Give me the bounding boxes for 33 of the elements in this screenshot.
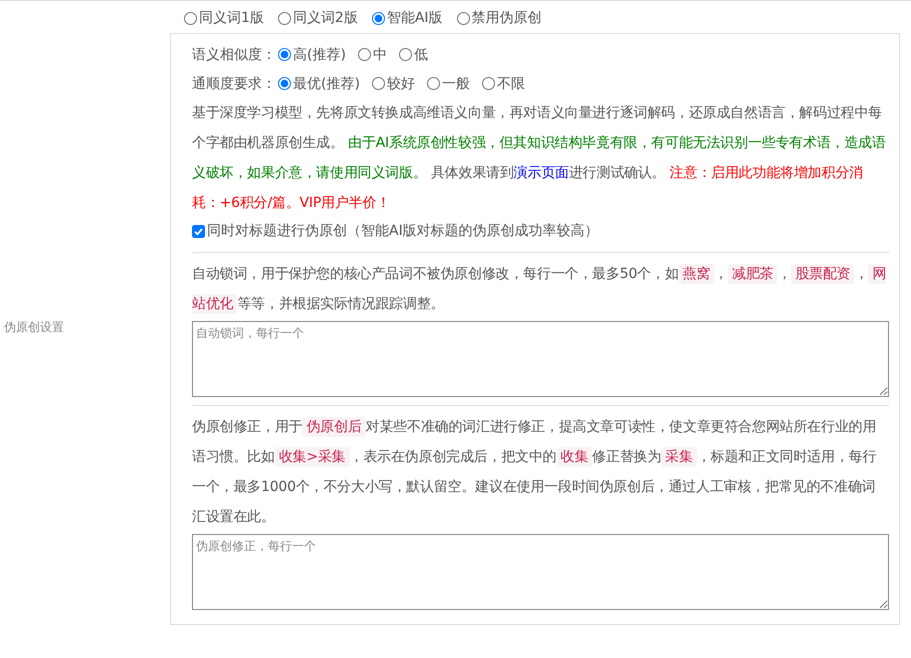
- description-text: 伪原创修正，用于 伪原创后 对某些不准确的词汇进行修正，提高文章可读性，使文章更符合您网站所在行业的用语习惯。比如 收集>采集 ，表示在伪原创完成后，把文中的 收集 修正替换为 采集 ，标题和正文同时适用，每行一个，最多1000个，不分大小写，默认留空。建议在使用一段时间伪原创后，通过人工审核，把常见的不准确词汇设置在此。: [192, 416, 878, 527]
- option-label: 同义词2版: [292, 9, 358, 27]
- corrections-field[interactable]: 伪原创修正，每行一个: [192, 534, 889, 610]
- description-text: 自动锁词，用于保护您的核心产品词不被伪原创修改，每行一个，最多50个，如 燕窝 ， 减肥茶 ， 股票配资 ， 网站优化 等等，并根据实际情况跟踪调整。: [192, 263, 888, 316]
- radio-button[interactable]: [426, 77, 440, 90]
- setting-label: 通顺度要求：: [192, 74, 276, 92]
- description-text: 基于深度学习模型，先将原文转换成高维语义向量，再对语义向量进行逐词解码，还原成自然语言，解码过程中每个字都由机器原创生成。 由于AI系统原创性较强，但其知识结构毕竟有限，有可能无法识别一些专有术语，造成语义破坏，如果介意，请使用同义词版。 具体效果请到演示页面进行测试确认。 注意：启用此功能将增加积分消耗：+6积分/篇。VIP用户半价！: [192, 104, 887, 213]
- checkbox[interactable]: [192, 224, 205, 238]
- radio-button[interactable]: [358, 48, 371, 61]
- radio-button[interactable]: [398, 48, 412, 61]
- section-label: 伪原创设置: [4, 320, 64, 334]
- setting-label: 语义相似度：: [192, 46, 276, 64]
- radio-button[interactable]: [278, 77, 291, 90]
- option-label: 较好: [386, 74, 415, 92]
- option-label: 智能AI版: [386, 9, 443, 27]
- option-label: 低: [414, 46, 428, 64]
- option-label: 中: [372, 46, 387, 64]
- radio-button[interactable]: [184, 12, 197, 24]
- radio-button[interactable]: [482, 77, 495, 90]
- radio-button[interactable]: [278, 12, 291, 24]
- lock-words-field[interactable]: 自动锁词，每行一个: [192, 321, 889, 397]
- checkbox-label: 同时对标题进行伪原创（智能AI版对标题的伪原创成功率较高）: [207, 222, 599, 240]
- radio-button[interactable]: [278, 48, 291, 61]
- option-label: 禁用伪原创: [472, 9, 542, 27]
- option-label: 最优(推荐): [293, 74, 360, 92]
- option-label: 高(推荐): [293, 46, 346, 64]
- radio-button[interactable]: [372, 12, 385, 24]
- option-label: 同义词1版: [199, 9, 264, 27]
- option-label: 一般: [442, 74, 470, 92]
- radio-button[interactable]: [372, 77, 385, 90]
- radio-button[interactable]: [456, 12, 470, 24]
- demo-page-link[interactable]: 演示页面: [514, 165, 569, 181]
- option-label: 不限: [496, 74, 525, 92]
